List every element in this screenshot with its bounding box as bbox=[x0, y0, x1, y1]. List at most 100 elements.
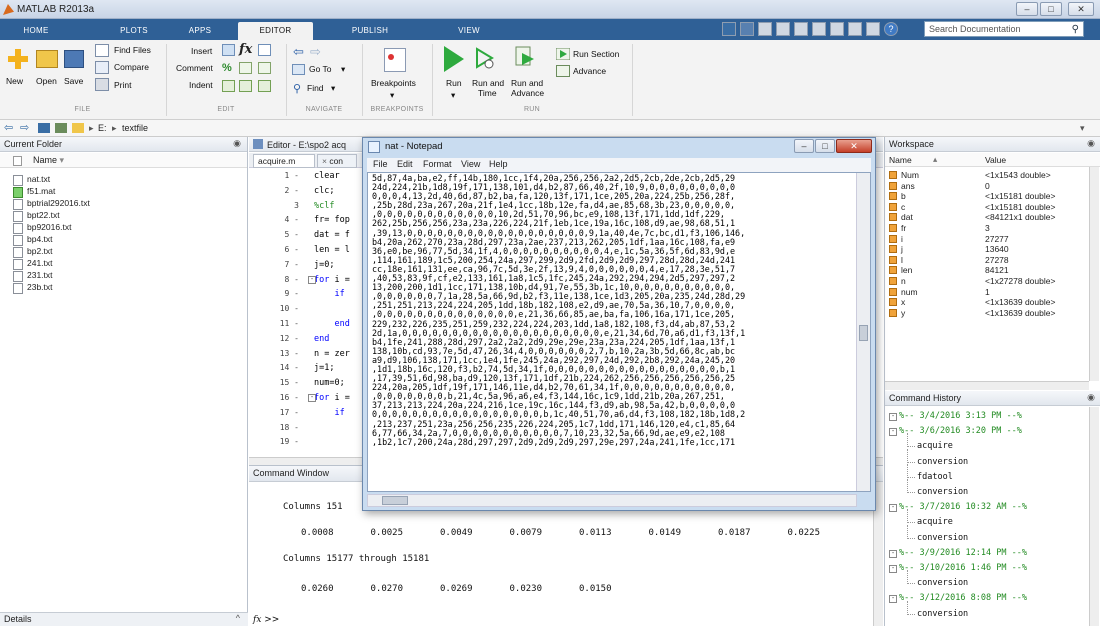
path-drive[interactable]: E: bbox=[98, 123, 107, 133]
menu-edit[interactable]: Edit bbox=[397, 159, 413, 169]
editor-tab-conversion[interactable]: × con bbox=[317, 154, 357, 168]
variable-value[interactable]: 27278 bbox=[985, 255, 1009, 265]
variable-value[interactable]: 1 bbox=[985, 287, 990, 297]
history-timestamp[interactable]: %-- 3/7/2016 10:32 AM --% bbox=[899, 502, 1027, 512]
uncomment-icon[interactable] bbox=[239, 62, 252, 74]
variable-value[interactable]: <1x1543 double> bbox=[985, 170, 1051, 180]
variable-value[interactable]: <1x13639 double> bbox=[985, 308, 1055, 318]
comment-icon[interactable]: % bbox=[222, 62, 232, 74]
variable-name[interactable]: b bbox=[901, 191, 906, 201]
compare-button[interactable]: Compare bbox=[114, 62, 149, 72]
panel-actions-icon[interactable]: ◉ bbox=[1087, 392, 1095, 403]
history-timestamp[interactable]: %-- 3/12/2016 8:08 PM --% bbox=[899, 593, 1027, 603]
open-folder-icon[interactable] bbox=[36, 50, 58, 68]
forward-arrow-icon[interactable]: ⇨ bbox=[310, 44, 321, 60]
new-file-icon[interactable] bbox=[7, 48, 29, 70]
file-item[interactable]: nat.txt bbox=[13, 174, 50, 186]
run-section-icon[interactable] bbox=[555, 47, 571, 61]
variable-name[interactable]: dat bbox=[901, 212, 913, 222]
variable-name[interactable]: n bbox=[901, 276, 906, 286]
open-button[interactable]: Open bbox=[36, 76, 57, 86]
variable-name[interactable]: c bbox=[901, 202, 905, 212]
breakpoints-button[interactable]: Breakpoints bbox=[371, 78, 416, 88]
history-command[interactable]: conversion bbox=[917, 609, 968, 619]
variable-name[interactable]: y bbox=[901, 308, 905, 318]
file-item[interactable]: bp4.txt bbox=[13, 234, 53, 246]
decrease-indent-icon[interactable] bbox=[258, 80, 271, 92]
comment-button[interactable]: Comment bbox=[176, 63, 213, 73]
file-item[interactable]: f51.mat bbox=[13, 186, 55, 198]
code-line[interactable]: num=0; bbox=[314, 378, 345, 388]
notepad-maximize-button[interactable]: □ bbox=[815, 139, 835, 153]
workspace-horizontal-scrollbar[interactable] bbox=[885, 381, 1089, 390]
variable-value[interactable]: 0 bbox=[985, 181, 990, 191]
history-command[interactable]: conversion bbox=[917, 578, 968, 588]
workspace-value-header[interactable]: Value bbox=[985, 155, 1006, 165]
run-and-advance-label-2[interactable]: Advance bbox=[511, 88, 544, 98]
run-and-time-label-2[interactable]: Time bbox=[478, 88, 497, 98]
code-line[interactable]: dat = f bbox=[314, 230, 350, 240]
collapse-session-icon[interactable]: - bbox=[889, 428, 897, 437]
find-files-icon[interactable] bbox=[95, 44, 109, 57]
variable-name[interactable]: x bbox=[901, 297, 905, 307]
file-item[interactable]: 231.txt bbox=[13, 270, 53, 282]
editor-tab-acquire[interactable]: acquire.m bbox=[253, 154, 315, 168]
run-and-time-label-1[interactable]: Run and bbox=[472, 78, 504, 88]
help-icon[interactable]: ? bbox=[884, 22, 898, 36]
go-to-button[interactable]: Go To bbox=[309, 64, 332, 74]
path-folder[interactable]: textfile bbox=[122, 123, 148, 133]
name-column-header[interactable]: Name ▾ bbox=[0, 153, 247, 168]
notepad-minimize-button[interactable]: – bbox=[794, 139, 814, 153]
history-timestamp[interactable]: %-- 3/10/2016 1:46 PM --% bbox=[899, 563, 1027, 573]
file-item[interactable]: bptrial292016.txt bbox=[13, 198, 90, 210]
redo-icon[interactable] bbox=[830, 22, 844, 36]
insert-button[interactable]: Insert bbox=[191, 46, 212, 56]
variable-name[interactable]: i bbox=[901, 234, 903, 244]
notepad-horizontal-scrollbar[interactable] bbox=[367, 494, 857, 507]
history-timestamp[interactable]: %-- 3/4/2016 3:13 PM --% bbox=[899, 411, 1022, 421]
workspace-name-header[interactable]: Name bbox=[889, 155, 912, 165]
menu-view[interactable]: View bbox=[461, 159, 480, 169]
run-and-advance-icon[interactable] bbox=[514, 45, 536, 69]
collapse-session-icon[interactable]: - bbox=[889, 565, 897, 573]
run-and-advance-label-1[interactable]: Run and bbox=[511, 78, 543, 88]
tab-view[interactable]: VIEW bbox=[444, 22, 494, 40]
tab-editor[interactable]: EDITOR bbox=[238, 22, 313, 40]
code-line[interactable]: if bbox=[314, 408, 344, 418]
variable-value[interactable]: <1x27278 double> bbox=[985, 276, 1055, 286]
compare-icon[interactable] bbox=[95, 61, 109, 74]
close-button[interactable]: ✕ bbox=[1068, 2, 1094, 16]
search-documentation-input[interactable]: Search Documentation ⚲ bbox=[924, 21, 1084, 37]
variable-name[interactable]: j bbox=[901, 244, 903, 254]
simulink-icon[interactable] bbox=[866, 22, 880, 36]
collapse-session-icon[interactable]: - bbox=[889, 413, 897, 421]
wrap-comments-icon[interactable] bbox=[258, 62, 271, 74]
find-button[interactable]: Find bbox=[307, 83, 324, 93]
copy-icon[interactable] bbox=[776, 22, 790, 36]
history-timestamp[interactable]: %-- 3/9/2016 12:14 PM --% bbox=[899, 548, 1027, 558]
minimize-button[interactable]: – bbox=[1016, 2, 1038, 16]
print-button[interactable]: Print bbox=[114, 80, 131, 90]
expand-details-icon[interactable]: ^ bbox=[236, 613, 240, 623]
file-item[interactable]: bpt22.txt bbox=[13, 210, 60, 222]
workspace-vertical-scrollbar[interactable] bbox=[1089, 167, 1099, 381]
variable-name[interactable]: fr bbox=[901, 223, 906, 233]
history-command[interactable]: acquire bbox=[917, 517, 953, 527]
indent-button[interactable]: Indent bbox=[189, 80, 213, 90]
tab-publish[interactable]: PUBLISH bbox=[340, 22, 400, 40]
collapse-session-icon[interactable]: - bbox=[889, 504, 897, 513]
insert-section-icon[interactable] bbox=[258, 44, 271, 56]
variable-value[interactable]: <1x13639 double> bbox=[985, 297, 1055, 307]
save-button[interactable]: Save bbox=[64, 76, 83, 86]
history-command[interactable]: acquire bbox=[917, 441, 953, 451]
save-icon[interactable] bbox=[64, 50, 84, 68]
back-icon[interactable]: ⇦ bbox=[4, 121, 13, 134]
breakpoints-dropdown-icon[interactable]: ▾ bbox=[390, 90, 394, 101]
panel-actions-icon[interactable]: ◉ bbox=[233, 138, 241, 149]
history-vertical-scrollbar[interactable] bbox=[1089, 407, 1099, 626]
history-command[interactable]: conversion bbox=[917, 487, 968, 497]
variable-name[interactable]: num bbox=[901, 287, 918, 297]
variable-value[interactable]: <84121x1 double> bbox=[985, 212, 1055, 222]
switch-windows-icon[interactable] bbox=[848, 22, 862, 36]
code-line[interactable]: fr= fop bbox=[314, 215, 350, 225]
